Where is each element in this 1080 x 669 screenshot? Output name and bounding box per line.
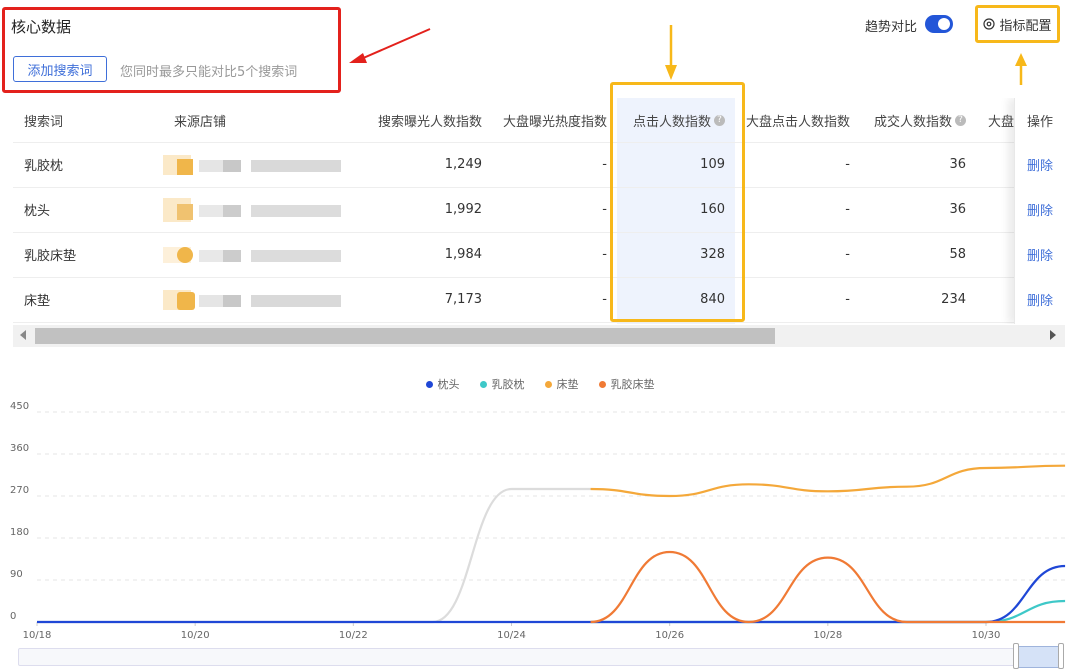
annotation-yellow-box-column [610,82,745,322]
table-row: 床垫 7,173 - 840 - 234 [13,277,1065,323]
cell-exposure: 1,984 [444,247,482,262]
scrollbar-thumb[interactable] [35,328,775,344]
col-header-deals: 成交人数指数? [858,98,966,142]
cell-term: 乳胶床垫 [24,249,77,264]
legend-item[interactable]: 乳胶床垫 [598,376,655,392]
cell-market-exposure: - [602,202,607,217]
shop-thumbnail-blurred [163,187,343,232]
series-line [36,564,1066,624]
delete-link[interactable]: 删除 [1027,142,1053,187]
col-header-exposure: 搜索曝光人数指数 [377,114,482,130]
settings-icon [983,18,996,30]
metric-config-button[interactable]: 指标配置 [975,5,1060,43]
y-tick-label: 0 [10,611,16,622]
col-header-term: 搜索词 [24,114,64,130]
y-tick-label: 180 [10,527,29,538]
help-icon[interactable]: ? [955,114,966,126]
series-line [36,487,591,624]
series-line [590,550,1066,624]
col-header-market-exposure: 大盘曝光热度指数 [502,114,607,130]
col-header-market-clicks: 大盘点击人数指数 [745,114,850,130]
y-tick-label: 360 [10,443,29,454]
x-tick-label: 10/26 [655,630,684,640]
trend-line-chart: 0 90 180 270 360 450 10/18 10/20 10/22 10/24 10/26… [10,401,1066,640]
legend-dot-icon [598,380,606,388]
col-header-ops: 操作 [1027,114,1054,130]
legend-item[interactable]: 枕头 [425,376,460,392]
cell-market-clicks: - [845,247,850,262]
cell-deals: 58 [949,247,966,262]
cell-market-exposure: - [602,157,607,172]
annotation-yellow-arrow-column [665,25,677,80]
chart-zoom-window[interactable] [1017,646,1061,668]
cell-deals: 36 [949,202,966,217]
table-horizontal-scrollbar[interactable] [13,325,1065,347]
table-row: 乳胶枕 1,249 - 109 - 36 [13,142,1065,188]
legend-item[interactable]: 乳胶枕 [479,376,525,392]
series-line [590,599,1066,624]
x-tick-label: 10/30 [972,630,1001,640]
legend-dot-icon [479,380,487,388]
annotation-red-box [2,7,341,93]
col-header-shop: 来源店铺 [174,114,227,130]
table-header: 搜索词 来源店铺 搜索曝光人数指数 大盘曝光热度指数 点击人数指数? 大盘点击人… [13,98,1065,143]
table-row: 枕头 1,992 - 160 - 36 [13,187,1065,233]
col-header-market-truncated: 大盘 [988,114,1014,130]
cell-market-exposure: - [602,247,607,262]
delete-link[interactable]: 删除 [1027,277,1053,322]
legend-label: 乳胶床垫 [610,378,655,391]
cell-term: 床垫 [24,294,51,309]
scroll-right-arrow-icon[interactable] [1050,330,1056,340]
x-tick-label: 10/24 [497,630,526,640]
x-tick-label: 10/18 [23,630,52,640]
annotation-red-arrow [349,28,431,63]
shop-thumbnail-blurred [163,277,343,322]
chart-legend: 枕头 乳胶枕 床垫 乳胶床垫 [0,376,1080,392]
annotation-yellow-arrow-config [1015,53,1027,85]
zoom-handle-left[interactable] [1013,643,1019,669]
legend-label: 枕头 [437,378,460,391]
zoom-handle-right[interactable] [1058,643,1064,669]
metric-config-label: 指标配置 [999,18,1052,34]
y-tick-label: 270 [10,485,29,496]
cell-market-exposure: - [602,292,607,307]
x-tick-label: 10/22 [339,630,368,640]
cell-market-clicks: - [845,202,850,217]
table-row: 乳胶床垫 1,984 - 328 - 58 [13,232,1065,278]
cell-term: 枕头 [24,204,51,219]
toggle-knob [938,18,950,30]
x-tick-label: 10/28 [813,630,842,640]
delete-link[interactable]: 删除 [1027,187,1053,232]
y-tick-label: 90 [10,569,23,580]
cell-exposure: 7,173 [444,292,482,307]
y-tick-label: 450 [10,401,29,412]
x-tick-label: 10/20 [181,630,210,640]
delete-link[interactable]: 删除 [1027,232,1053,277]
operations-column: 操作 删除 删除 删除 删除 [1014,98,1065,324]
series-line [590,464,1066,498]
shop-thumbnail-blurred [163,142,343,187]
cell-exposure: 1,992 [444,202,482,217]
cell-market-clicks: - [845,292,850,307]
scroll-left-arrow-icon[interactable] [20,330,26,340]
cell-market-clicks: - [845,157,850,172]
col-header-deals-label: 成交人数指数 [873,114,952,130]
core-data-table: 搜索词 来源店铺 搜索曝光人数指数 大盘曝光热度指数 点击人数指数? 大盘点击人… [13,98,1065,324]
shop-thumbnail-blurred [163,232,343,277]
legend-label: 床垫 [556,378,579,391]
cell-deals: 36 [949,157,966,172]
cell-exposure: 1,249 [444,157,482,172]
cell-term: 乳胶枕 [24,159,64,174]
trend-compare-toggle[interactable] [925,15,953,33]
legend-label: 乳胶枕 [491,378,525,391]
legend-dot-icon [544,380,552,388]
cell-deals: 234 [941,292,966,307]
legend-item[interactable]: 床垫 [544,376,579,392]
legend-dot-icon [425,380,433,388]
trend-compare-label: 趋势对比 [865,20,918,35]
chart-zoom-slider[interactable] [18,648,1064,666]
